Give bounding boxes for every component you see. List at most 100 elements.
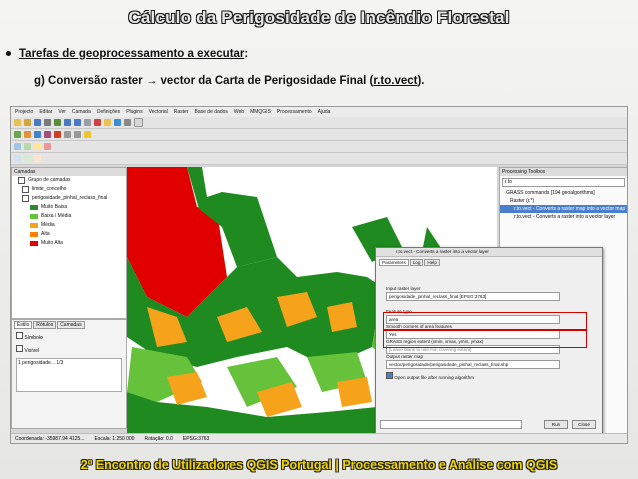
open-output-checkbox[interactable] bbox=[386, 372, 393, 379]
menu-ver[interactable]: Ver bbox=[58, 109, 66, 115]
tab-camadas[interactable]: Camadas bbox=[57, 321, 85, 329]
rotation-readout[interactable]: Rotação: 0.0 bbox=[145, 436, 173, 442]
plugin-icon[interactable] bbox=[44, 143, 51, 150]
checkbox[interactable] bbox=[18, 177, 25, 184]
menu-processamento[interactable]: Processamento bbox=[277, 109, 312, 115]
toolbar-3 bbox=[11, 141, 627, 153]
zoom-full-icon[interactable] bbox=[84, 119, 91, 126]
annotation-icon[interactable] bbox=[134, 118, 143, 127]
sub-item: g) Conversão raster → vector da Carta de… bbox=[34, 75, 425, 87]
add-raster-icon[interactable] bbox=[24, 131, 31, 138]
layers-panel-title: Camadas bbox=[12, 168, 126, 176]
add-postgis-icon[interactable] bbox=[34, 131, 41, 138]
tree-item-rtovect-alt[interactable]: r.to.vect - Converts a raster into a vec… bbox=[500, 213, 627, 221]
menu-editar[interactable]: Editar bbox=[39, 109, 52, 115]
checkbox[interactable] bbox=[22, 195, 29, 202]
add-wms-icon[interactable] bbox=[44, 131, 51, 138]
checkbox[interactable] bbox=[16, 345, 23, 352]
table-row[interactable]: 1 perigosidade... 1/3 bbox=[18, 360, 120, 366]
highlight-feature-type bbox=[383, 312, 587, 330]
measure-icon[interactable] bbox=[124, 119, 131, 126]
menu-definicoes[interactable]: Definições bbox=[97, 109, 120, 115]
tab-rotulos[interactable]: Rótulos bbox=[33, 321, 57, 329]
row-value: perigosidade... bbox=[22, 360, 55, 366]
add-csv-icon[interactable] bbox=[54, 131, 61, 138]
dialog-spacer bbox=[376, 268, 602, 286]
tool-icon[interactable] bbox=[24, 155, 31, 162]
plugin-icon[interactable] bbox=[34, 143, 41, 150]
legend-label: Alta bbox=[41, 231, 50, 237]
layer-group[interactable]: Grupo de camadas bbox=[12, 176, 126, 185]
identify-icon[interactable] bbox=[104, 119, 111, 126]
coordinate-readout: Coordenada: -35987.94 4125... bbox=[15, 436, 85, 442]
close-button[interactable]: Close bbox=[572, 420, 596, 429]
legend-label: Média bbox=[41, 222, 55, 228]
tree-item-raster[interactable]: Raster (r.*) bbox=[500, 197, 627, 205]
map-zone-low bbox=[127, 347, 367, 407]
menu-ajuda[interactable]: Ajuda bbox=[318, 109, 331, 115]
row-label: 1 bbox=[18, 360, 21, 366]
tree-item-grass[interactable]: GRASS commands [194 geoalgorithms] bbox=[500, 189, 627, 197]
symbol-table: 1 perigosidade... 1/3 bbox=[16, 358, 122, 392]
run-button[interactable]: Run bbox=[544, 420, 568, 429]
rtovect-dialog: r.to.vect - Converts a raster into a vec… bbox=[375, 247, 603, 435]
checkbox[interactable] bbox=[22, 186, 29, 193]
menu-vectorial[interactable]: Vectorial bbox=[149, 109, 168, 115]
progress-bar bbox=[380, 420, 522, 429]
layer-item[interactable]: limite_concelho bbox=[12, 185, 126, 194]
tool-icon[interactable] bbox=[14, 155, 21, 162]
digitize-icon[interactable] bbox=[74, 131, 81, 138]
select-icon[interactable] bbox=[114, 119, 121, 126]
renderer-row: Símbolo bbox=[12, 330, 126, 343]
toolbox-search-input[interactable]: r.to bbox=[502, 178, 625, 187]
pan-icon[interactable] bbox=[54, 119, 61, 126]
visible-label: Visível bbox=[24, 348, 40, 354]
menu-mmqgis[interactable]: MMQGIS bbox=[250, 109, 271, 115]
menu-bar: Projecto Editar Ver Camada Definições Pl… bbox=[11, 107, 627, 117]
output-path-input[interactable]: vector/perigosidade/perigosidade_pinhal_… bbox=[386, 360, 560, 369]
print-icon[interactable] bbox=[44, 119, 51, 126]
plugin-icon[interactable] bbox=[14, 143, 21, 150]
tab-help[interactable]: Help bbox=[424, 259, 440, 266]
checkbox[interactable] bbox=[16, 332, 23, 339]
rtovect-link[interactable]: r.to.vect bbox=[373, 75, 417, 87]
crs-button[interactable]: EPSG:3763 bbox=[183, 436, 209, 442]
plugin-icon[interactable] bbox=[24, 143, 31, 150]
open-project-icon[interactable] bbox=[24, 119, 31, 126]
sub-text: g) Conversão raster → vector da Carta de… bbox=[34, 75, 374, 87]
save-project-icon[interactable] bbox=[34, 119, 41, 126]
legend-swatch bbox=[30, 241, 38, 246]
styler-tabs: Estilo Rótulos Camadas bbox=[12, 320, 126, 330]
menu-projecto[interactable]: Projecto bbox=[15, 109, 33, 115]
layer-item[interactable]: perigosidade_pinhal_reclass_final bbox=[12, 194, 126, 203]
refresh-icon[interactable] bbox=[94, 119, 101, 126]
menu-base-de-dados[interactable]: Base de dados bbox=[195, 109, 228, 115]
dialog-title: r.to.vect - Converts a raster into a vec… bbox=[376, 248, 602, 257]
bullet-item: Tarefas de geoprocessamento a executar: bbox=[6, 48, 248, 60]
row-extra: 1/3 bbox=[56, 360, 64, 366]
legend-item: Média bbox=[12, 221, 126, 230]
add-vector-icon[interactable] bbox=[14, 131, 21, 138]
edit-icon[interactable] bbox=[64, 131, 71, 138]
legend-item: Alta bbox=[12, 230, 126, 239]
scale-readout[interactable]: Escala: 1:250 000 bbox=[95, 436, 135, 442]
layers-panel: Camadas Grupo de camadas limite_concelho… bbox=[11, 167, 127, 319]
tab-log[interactable]: Log bbox=[409, 259, 424, 266]
tool-icon[interactable] bbox=[34, 155, 41, 162]
tab-estilo[interactable]: Estilo bbox=[14, 321, 33, 329]
toolbox-title: Processing Toolbox bbox=[500, 168, 627, 176]
tree-item-rtovect[interactable]: r.to.vect - Converts a raster map into a… bbox=[500, 205, 627, 213]
tab-parameters[interactable]: Parameters bbox=[379, 259, 409, 266]
zoom-out-icon[interactable] bbox=[74, 119, 81, 126]
menu-web[interactable]: Web bbox=[234, 109, 244, 115]
menu-plugins[interactable]: Plugins bbox=[126, 109, 142, 115]
menu-camada[interactable]: Camada bbox=[72, 109, 91, 115]
menu-raster[interactable]: Raster bbox=[174, 109, 189, 115]
zoom-in-icon[interactable] bbox=[64, 119, 71, 126]
bullet-suffix: : bbox=[244, 48, 249, 60]
input-raster-select[interactable]: perigosidade_pinhal_reclass_final [EPSG:… bbox=[386, 292, 560, 301]
label-icon[interactable] bbox=[84, 131, 91, 138]
legend-item: Muito Baixa bbox=[12, 203, 126, 212]
new-project-icon[interactable] bbox=[14, 119, 21, 126]
layer-label: Grupo de camadas bbox=[28, 177, 71, 183]
